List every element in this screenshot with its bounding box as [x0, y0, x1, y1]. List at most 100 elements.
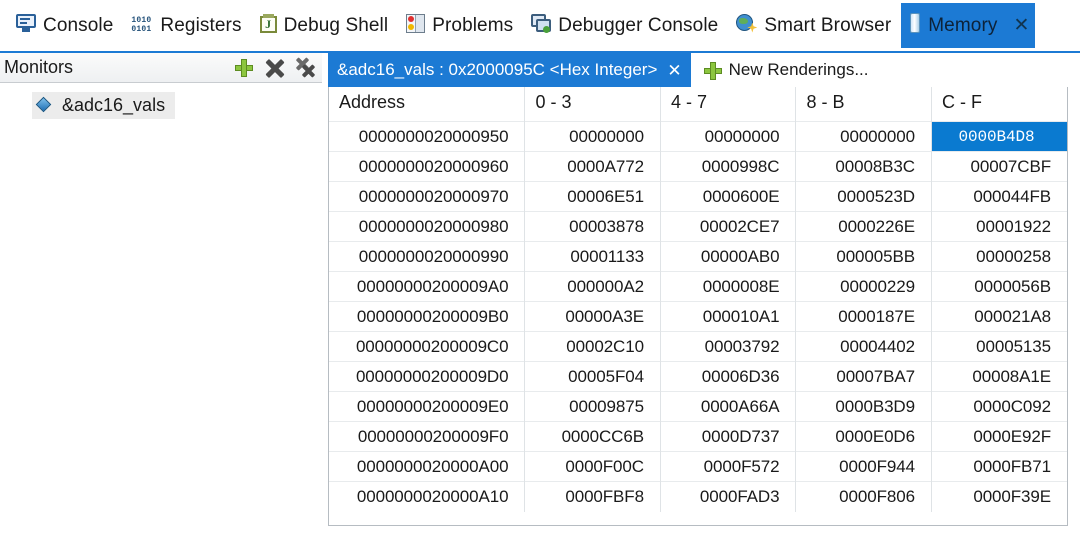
memory-table-row[interactable]: 0000000020000A10 0000FBF8 0000FAD3 0000F806…: [329, 481, 1067, 512]
memory-cell[interactable]: 00000000: [660, 121, 797, 152]
memory-table-row[interactable]: 0000000020000A00 0000F00C 0000F572 0000F944…: [329, 451, 1067, 482]
new-renderings-label: New Renderings...: [728, 60, 869, 79]
view-tab-label: Debug Shell: [283, 14, 389, 36]
memory-cell[interactable]: 00003792: [660, 331, 797, 362]
memory-icon: [909, 13, 921, 38]
memory-cell[interactable]: 00005F04: [524, 361, 661, 392]
memory-cell[interactable]: 0000187E: [795, 301, 932, 332]
view-tab-memory[interactable]: Memory ✕: [901, 3, 1036, 48]
memory-cell[interactable]: 0000998C: [660, 151, 797, 182]
memory-cell[interactable]: 00000229: [795, 271, 932, 302]
monitor-list-item[interactable]: &adc16_vals: [32, 92, 176, 119]
view-tab-debug-shell[interactable]: J Debug Shell: [252, 3, 399, 48]
memory-cell[interactable]: 0000F806: [795, 481, 932, 512]
memory-column-header-1[interactable]: 0 - 3: [524, 87, 661, 122]
memory-cell[interactable]: 0000226E: [795, 211, 932, 242]
view-tab-smart-browser[interactable]: Smart Browser: [728, 3, 901, 48]
memory-cell[interactable]: 0000E0D6: [795, 421, 932, 452]
memory-cell[interactable]: 00000000: [795, 121, 932, 152]
monitors-panel: Monitors &adc16_vals: [0, 53, 322, 537]
memory-table-row[interactable]: 00000000200009D0 00005F04 00006D36 00007BA7…: [329, 361, 1067, 392]
memory-cell[interactable]: 0000008E: [660, 271, 797, 302]
monitors-title: Monitors: [4, 57, 74, 77]
memory-cell-selected[interactable]: 0000B4D8: [931, 121, 1067, 152]
memory-cell[interactable]: 0000C092: [931, 391, 1067, 422]
memory-cell[interactable]: 0000FAD3: [660, 481, 797, 512]
memory-cell[interactable]: 00007BA7: [795, 361, 932, 392]
memory-cell[interactable]: 0000A66A: [660, 391, 797, 422]
memory-cell[interactable]: 0000600E: [660, 181, 797, 212]
memory-table-row[interactable]: 0000000020000980 00003878 00002CE7 0000226E…: [329, 211, 1067, 242]
memory-cell[interactable]: 0000E92F: [931, 421, 1067, 452]
memory-cell[interactable]: 000000A2: [524, 271, 661, 302]
memory-cell[interactable]: 00000A3E: [524, 301, 661, 332]
memory-cell[interactable]: 000005BB: [795, 241, 932, 272]
memory-cell[interactable]: 0000B3D9: [795, 391, 932, 422]
memory-column-header-3[interactable]: 8 - B: [795, 87, 932, 122]
memory-cell[interactable]: 00002CE7: [660, 211, 797, 242]
memory-address-cell: 0000000020000A00: [329, 451, 526, 482]
memory-cell[interactable]: 00006E51: [524, 181, 661, 212]
memory-table-row[interactable]: 0000000020000960 0000A772 0000998C 00008B3C…: [329, 151, 1067, 182]
remove-memory-monitor-icon[interactable]: [265, 58, 285, 79]
memory-cell[interactable]: 0000FB71: [931, 451, 1067, 482]
memory-cell[interactable]: 0000FBF8: [524, 481, 661, 512]
memory-address-cell: 00000000200009F0: [329, 421, 526, 452]
memory-cell[interactable]: 0000F39E: [931, 481, 1067, 512]
memory-table-row[interactable]: 00000000200009B0 00000A3E 000010A1 0000187E…: [329, 301, 1067, 332]
monitors-panel-header: Monitors: [0, 53, 322, 83]
memory-cell[interactable]: 0000523D: [795, 181, 932, 212]
memory-cell[interactable]: 000010A1: [660, 301, 797, 332]
memory-cell[interactable]: 00004402: [795, 331, 932, 362]
memory-cell[interactable]: 0000CC6B: [524, 421, 661, 452]
close-icon[interactable]: ✕: [1013, 16, 1029, 35]
memory-cell[interactable]: 00001133: [524, 241, 661, 272]
memory-cell[interactable]: 00001922: [931, 211, 1067, 242]
memory-table-row[interactable]: 0000000020000990 00001133 00000AB0 000005BB…: [329, 241, 1067, 272]
view-tab-label: Console: [43, 14, 114, 36]
memory-table-row[interactable]: 00000000200009E0 00009875 0000A66A 0000B3D9…: [329, 391, 1067, 422]
memory-cell[interactable]: 00007CBF: [931, 151, 1067, 182]
remove-all-memory-monitors-icon[interactable]: [295, 57, 316, 78]
memory-cell[interactable]: 0000F00C: [524, 451, 661, 482]
memory-cell[interactable]: 00000000: [524, 121, 661, 152]
debug-shell-icon: J: [259, 13, 277, 38]
memory-table-container[interactable]: Address 0 - 34 - 78 - BC - F 000000002000…: [328, 87, 1068, 526]
view-tab-debugger-console[interactable]: Debugger Console: [523, 3, 728, 48]
memory-table-row[interactable]: 00000000200009A0 000000A2 0000008E 00000229…: [329, 271, 1067, 302]
memory-cell[interactable]: 0000056B: [931, 271, 1067, 302]
memory-cell[interactable]: 00005135: [931, 331, 1067, 362]
memory-cell[interactable]: 00003878: [524, 211, 661, 242]
memory-column-header-address[interactable]: Address: [329, 87, 526, 122]
memory-cell[interactable]: 00006D36: [660, 361, 797, 392]
smart-browser-icon: [736, 13, 758, 38]
memory-cell[interactable]: 00008B3C: [795, 151, 932, 182]
memory-cell[interactable]: 0000D737: [660, 421, 797, 452]
memory-table-row[interactable]: 00000000200009F0 0000CC6B 0000D737 0000E0D6…: [329, 421, 1067, 452]
memory-cell[interactable]: 0000F944: [795, 451, 932, 482]
new-renderings-tab[interactable]: New Renderings...: [690, 53, 878, 87]
memory-cell[interactable]: 00000258: [931, 241, 1067, 272]
memory-cell[interactable]: 0000F572: [660, 451, 797, 482]
memory-cell[interactable]: 00009875: [524, 391, 661, 422]
view-tab-problems[interactable]: Problems: [398, 3, 523, 48]
memory-cell[interactable]: 00008A1E: [931, 361, 1067, 392]
view-tab-console[interactable]: Console: [8, 3, 123, 48]
rendering-tab-adc16-vals[interactable]: &adc16_vals : 0x2000095C <Hex Integer> ✕: [328, 53, 691, 87]
memory-cell[interactable]: 0000A772: [524, 151, 661, 182]
panel-divider[interactable]: [322, 53, 325, 537]
view-tab-registers[interactable]: 1010 0101 Registers: [123, 3, 251, 48]
add-memory-monitor-icon[interactable]: [234, 58, 254, 78]
memory-cell[interactable]: 00002C10: [524, 331, 661, 362]
memory-table-row[interactable]: 0000000020000970 00006E51 0000600E 0000523D…: [329, 181, 1067, 212]
view-tab-bar: Console 1010 0101 Registers J Debug Shell Prob…: [0, 0, 1080, 53]
memory-cell[interactable]: 000044FB: [931, 181, 1067, 212]
memory-column-header-4[interactable]: C - F: [931, 87, 1067, 122]
memory-cell[interactable]: 000021A8: [931, 301, 1067, 332]
memory-table-row[interactable]: 00000000200009C0 00002C10 00003792 00004402…: [329, 331, 1067, 362]
close-icon[interactable]: ✕: [667, 62, 681, 79]
memory-cell[interactable]: 00000AB0: [660, 241, 797, 272]
memory-address-cell: 00000000200009D0: [329, 361, 526, 392]
memory-column-header-2[interactable]: 4 - 7: [660, 87, 797, 122]
memory-table-row[interactable]: 0000000020000950 00000000 00000000 00000000…: [329, 121, 1067, 152]
